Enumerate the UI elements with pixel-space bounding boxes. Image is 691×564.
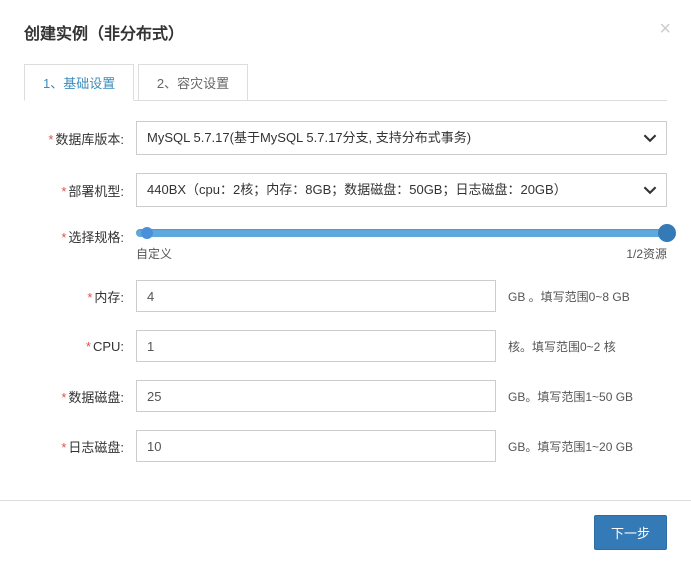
select-db-version[interactable]: MySQL 5.7.17(基于MySQL 5.7.17分支, 支持分布式事务): [136, 121, 667, 155]
row-deploy-model: *部署机型: 440BX（cpu：2核；内存：8GB；数据磁盘：50GB；日志磁…: [24, 173, 667, 207]
tab-bar: 1、基础设置 2、容灾设置: [24, 64, 667, 101]
modal-footer: 下一步: [0, 500, 691, 564]
hint-log-disk: GB。填写范围1~20 GB: [508, 438, 633, 455]
create-instance-modal: × 创建实例（非分布式） 1、基础设置 2、容灾设置 *数据库版本: MySQL…: [0, 0, 691, 500]
slider-handle[interactable]: [658, 224, 676, 242]
log-disk-input[interactable]: [136, 430, 496, 462]
label-db-version: *数据库版本:: [24, 129, 136, 148]
label-spec: *选择规格:: [24, 225, 136, 246]
row-data-disk: *数据磁盘: GB。填写范围1~50 GB: [24, 380, 667, 412]
row-memory: *内存: GB 。填写范围0~8 GB: [24, 280, 667, 312]
select-deploy-model[interactable]: 440BX（cpu：2核；内存：8GB；数据磁盘：50GB；日志磁盘：20GB）: [136, 173, 667, 207]
cpu-input[interactable]: [136, 330, 496, 362]
slider-labels: 自定义 1/2资源: [136, 245, 667, 262]
memory-input[interactable]: [136, 280, 496, 312]
label-cpu: *CPU:: [24, 339, 136, 354]
select-deploy-model-value: 440BX（cpu：2核；内存：8GB；数据磁盘：50GB；日志磁盘：20GB）: [136, 173, 667, 207]
label-log-disk: *日志磁盘:: [24, 437, 136, 456]
data-disk-input[interactable]: [136, 380, 496, 412]
label-memory: *内存:: [24, 287, 136, 306]
select-db-version-value: MySQL 5.7.17(基于MySQL 5.7.17分支, 支持分布式事务): [136, 121, 667, 155]
hint-data-disk: GB。填写范围1~50 GB: [508, 388, 633, 405]
hint-cpu: 核。填写范围0~2 核: [508, 338, 616, 355]
slider-tick-left: [141, 227, 153, 239]
row-log-disk: *日志磁盘: GB。填写范围1~20 GB: [24, 430, 667, 462]
spec-slider[interactable]: 自定义 1/2资源: [136, 225, 667, 262]
slider-track[interactable]: [136, 229, 667, 237]
hint-memory: GB 。填写范围0~8 GB: [508, 288, 630, 305]
tab-basic-settings[interactable]: 1、基础设置: [24, 64, 134, 101]
slider-label-left: 自定义: [136, 245, 172, 262]
label-deploy-model: *部署机型:: [24, 181, 136, 200]
row-spec: *选择规格: 自定义 1/2资源: [24, 225, 667, 262]
tab-dr-settings[interactable]: 2、容灾设置: [138, 64, 248, 100]
modal-title: 创建实例（非分布式）: [24, 20, 667, 44]
row-db-version: *数据库版本: MySQL 5.7.17(基于MySQL 5.7.17分支, 支…: [24, 121, 667, 155]
slider-label-right: 1/2资源: [626, 245, 667, 262]
close-icon[interactable]: ×: [659, 18, 671, 41]
row-cpu: *CPU: 核。填写范围0~2 核: [24, 330, 667, 362]
label-data-disk: *数据磁盘:: [24, 387, 136, 406]
